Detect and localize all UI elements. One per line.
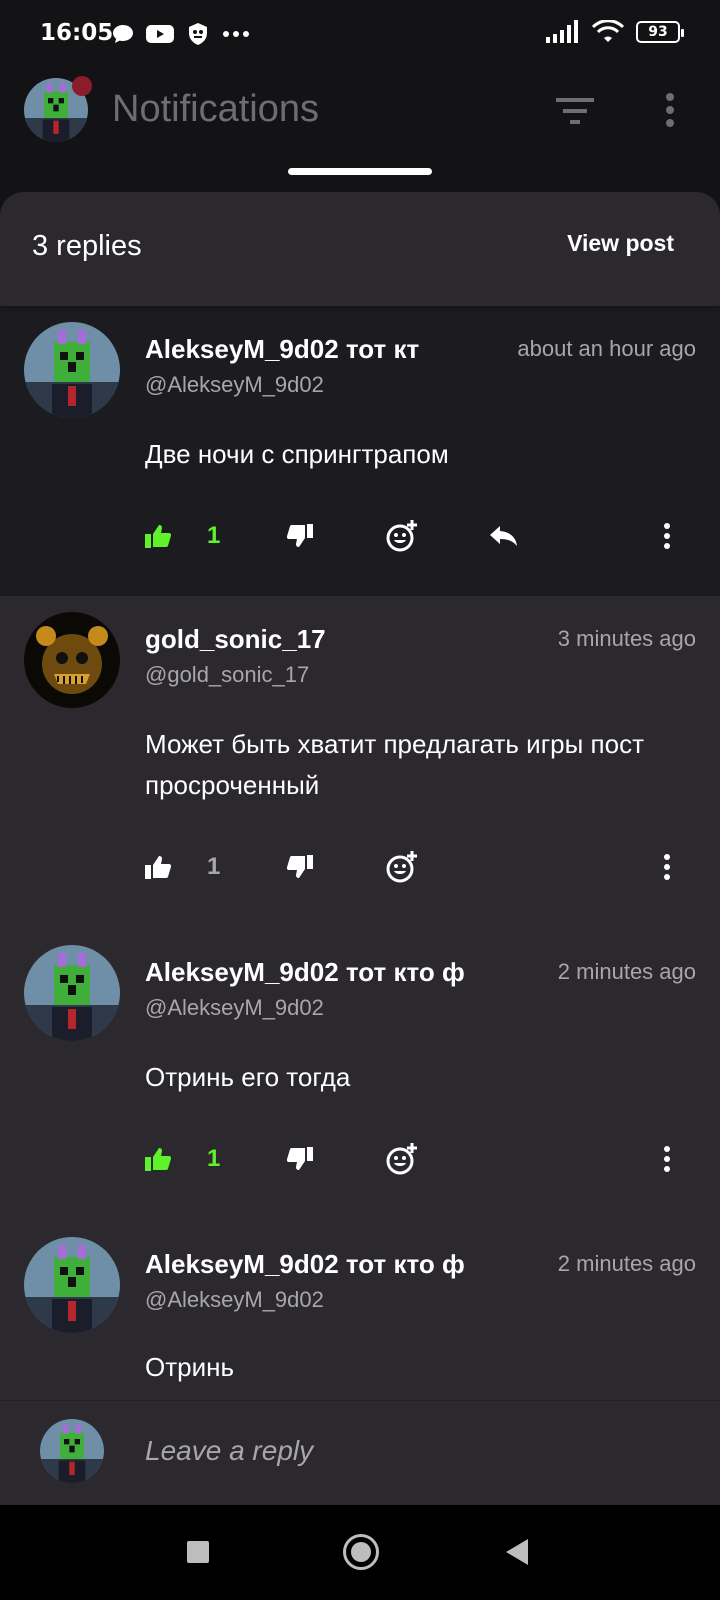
youtube-icon	[146, 25, 174, 43]
thumbs-up-icon	[145, 1148, 171, 1171]
view-post-button[interactable]: View post	[567, 230, 674, 257]
comment-actions: 1	[145, 516, 705, 556]
comment-text: Две ночи с спрингтрапом	[145, 439, 449, 469]
comment-text: Может быть хватит предлагать игры пост п…	[145, 729, 645, 800]
comment-author-handle: @AlekseyM_9d02	[145, 1287, 324, 1312]
add-reaction-button[interactable]	[385, 1139, 419, 1179]
comment-timestamp: 3 minutes ago	[557, 626, 696, 651]
profile-avatar[interactable]	[24, 76, 92, 142]
dislike-button[interactable]	[287, 847, 313, 887]
like-count: 1	[207, 522, 221, 549]
page-title: Notifications	[112, 88, 319, 130]
comment-item: AlekseyM_9d02 тот кт about an hour ago @…	[0, 306, 720, 596]
avatar[interactable]	[24, 322, 120, 418]
notification-dot	[72, 76, 92, 96]
sheet-drag-handle[interactable]	[288, 168, 432, 175]
more-vertical-icon	[664, 1146, 670, 1172]
more-notifications-icon	[223, 31, 249, 37]
avatar[interactable]	[24, 1237, 120, 1333]
reply-button[interactable]	[489, 516, 519, 556]
filter-icon[interactable]	[556, 96, 594, 126]
add-reaction-button[interactable]	[385, 847, 419, 887]
avatar[interactable]	[24, 945, 120, 1041]
comment-author-handle: @gold_sonic_17	[145, 662, 310, 687]
like-count: 1	[207, 853, 221, 880]
comment-timestamp: 2 minutes ago	[557, 959, 696, 984]
back-button[interactable]	[506, 1539, 528, 1565]
shield-app-icon	[189, 23, 207, 45]
my-avatar	[40, 1419, 104, 1483]
comment-text: Отринь	[145, 1352, 235, 1382]
comment-author-name[interactable]: AlekseyM_9d02 тот кт	[145, 334, 463, 365]
status-bar: 16:05 93	[0, 0, 720, 70]
thumbs-up-icon	[145, 525, 171, 548]
like-count: 1	[207, 1145, 221, 1172]
app-bar: Notifications	[0, 70, 720, 190]
signal-icon	[546, 20, 578, 43]
sheet-header: 3 replies View post	[0, 192, 720, 306]
comment-timestamp: about an hour ago	[517, 336, 696, 361]
thumbs-down-icon	[287, 855, 313, 878]
recents-button[interactable]	[187, 1541, 209, 1563]
comment-author-name[interactable]: AlekseyM_9d02 тот кто ф	[145, 957, 509, 988]
comment-more-button[interactable]	[663, 516, 671, 556]
reply-bar: Leave a reply	[0, 1400, 720, 1505]
comment-author-name[interactable]: gold_sonic_17	[145, 624, 485, 655]
comment-actions: 1	[145, 847, 705, 887]
wifi-icon	[592, 20, 624, 42]
add-emoji-icon	[386, 520, 417, 552]
thumbs-down-icon	[287, 1147, 313, 1170]
replies-count-title: 3 replies	[32, 230, 142, 262]
status-time: 16:05	[40, 20, 114, 46]
comment-item: AlekseyM_9d02 тот кто ф 2 minutes ago @A…	[0, 929, 720, 1221]
dislike-button[interactable]	[287, 1139, 313, 1179]
like-button[interactable]	[145, 516, 171, 556]
dislike-button[interactable]	[287, 516, 313, 556]
like-button[interactable]	[145, 847, 171, 887]
system-navigation-bar	[0, 1505, 720, 1600]
thumbs-down-icon	[287, 524, 313, 547]
reply-icon	[490, 526, 517, 546]
home-button[interactable]	[343, 1534, 379, 1570]
more-options-icon[interactable]	[664, 92, 676, 128]
comment-item: gold_sonic_17 3 minutes ago @gold_sonic_…	[0, 596, 720, 929]
replies-sheet: 3 replies View post AlekseyM_9d02 тот кт…	[0, 192, 720, 1505]
add-reaction-button[interactable]	[385, 516, 419, 556]
comment-text: Отринь его тогда	[145, 1062, 351, 1092]
comment-more-button[interactable]	[663, 847, 671, 887]
reply-input[interactable]: Leave a reply	[145, 1435, 645, 1467]
add-emoji-icon	[386, 1143, 417, 1175]
thumbs-up-icon	[145, 856, 171, 879]
comment-author-name[interactable]: AlekseyM_9d02 тот кто ф	[145, 1249, 509, 1280]
avatar[interactable]	[24, 612, 120, 708]
comment-author-handle: @AlekseyM_9d02	[145, 995, 324, 1020]
like-button[interactable]	[145, 1139, 171, 1179]
comment-more-button[interactable]	[663, 1139, 671, 1179]
comment-list: AlekseyM_9d02 тот кт about an hour ago @…	[0, 306, 720, 1421]
add-emoji-icon	[386, 851, 417, 883]
comment-actions: 1	[145, 1139, 705, 1179]
battery-indicator: 93	[636, 21, 684, 43]
status-system-icons: 93	[546, 20, 684, 44]
status-notification-icons	[112, 22, 250, 46]
comment-item: AlekseyM_9d02 тот кто ф 2 minutes ago @A…	[0, 1221, 720, 1421]
comment-timestamp: 2 minutes ago	[557, 1251, 696, 1276]
chat-bubble-icon	[113, 25, 133, 43]
more-vertical-icon	[664, 854, 670, 880]
comment-author-handle: @AlekseyM_9d02	[145, 372, 324, 397]
more-vertical-icon	[664, 523, 670, 549]
